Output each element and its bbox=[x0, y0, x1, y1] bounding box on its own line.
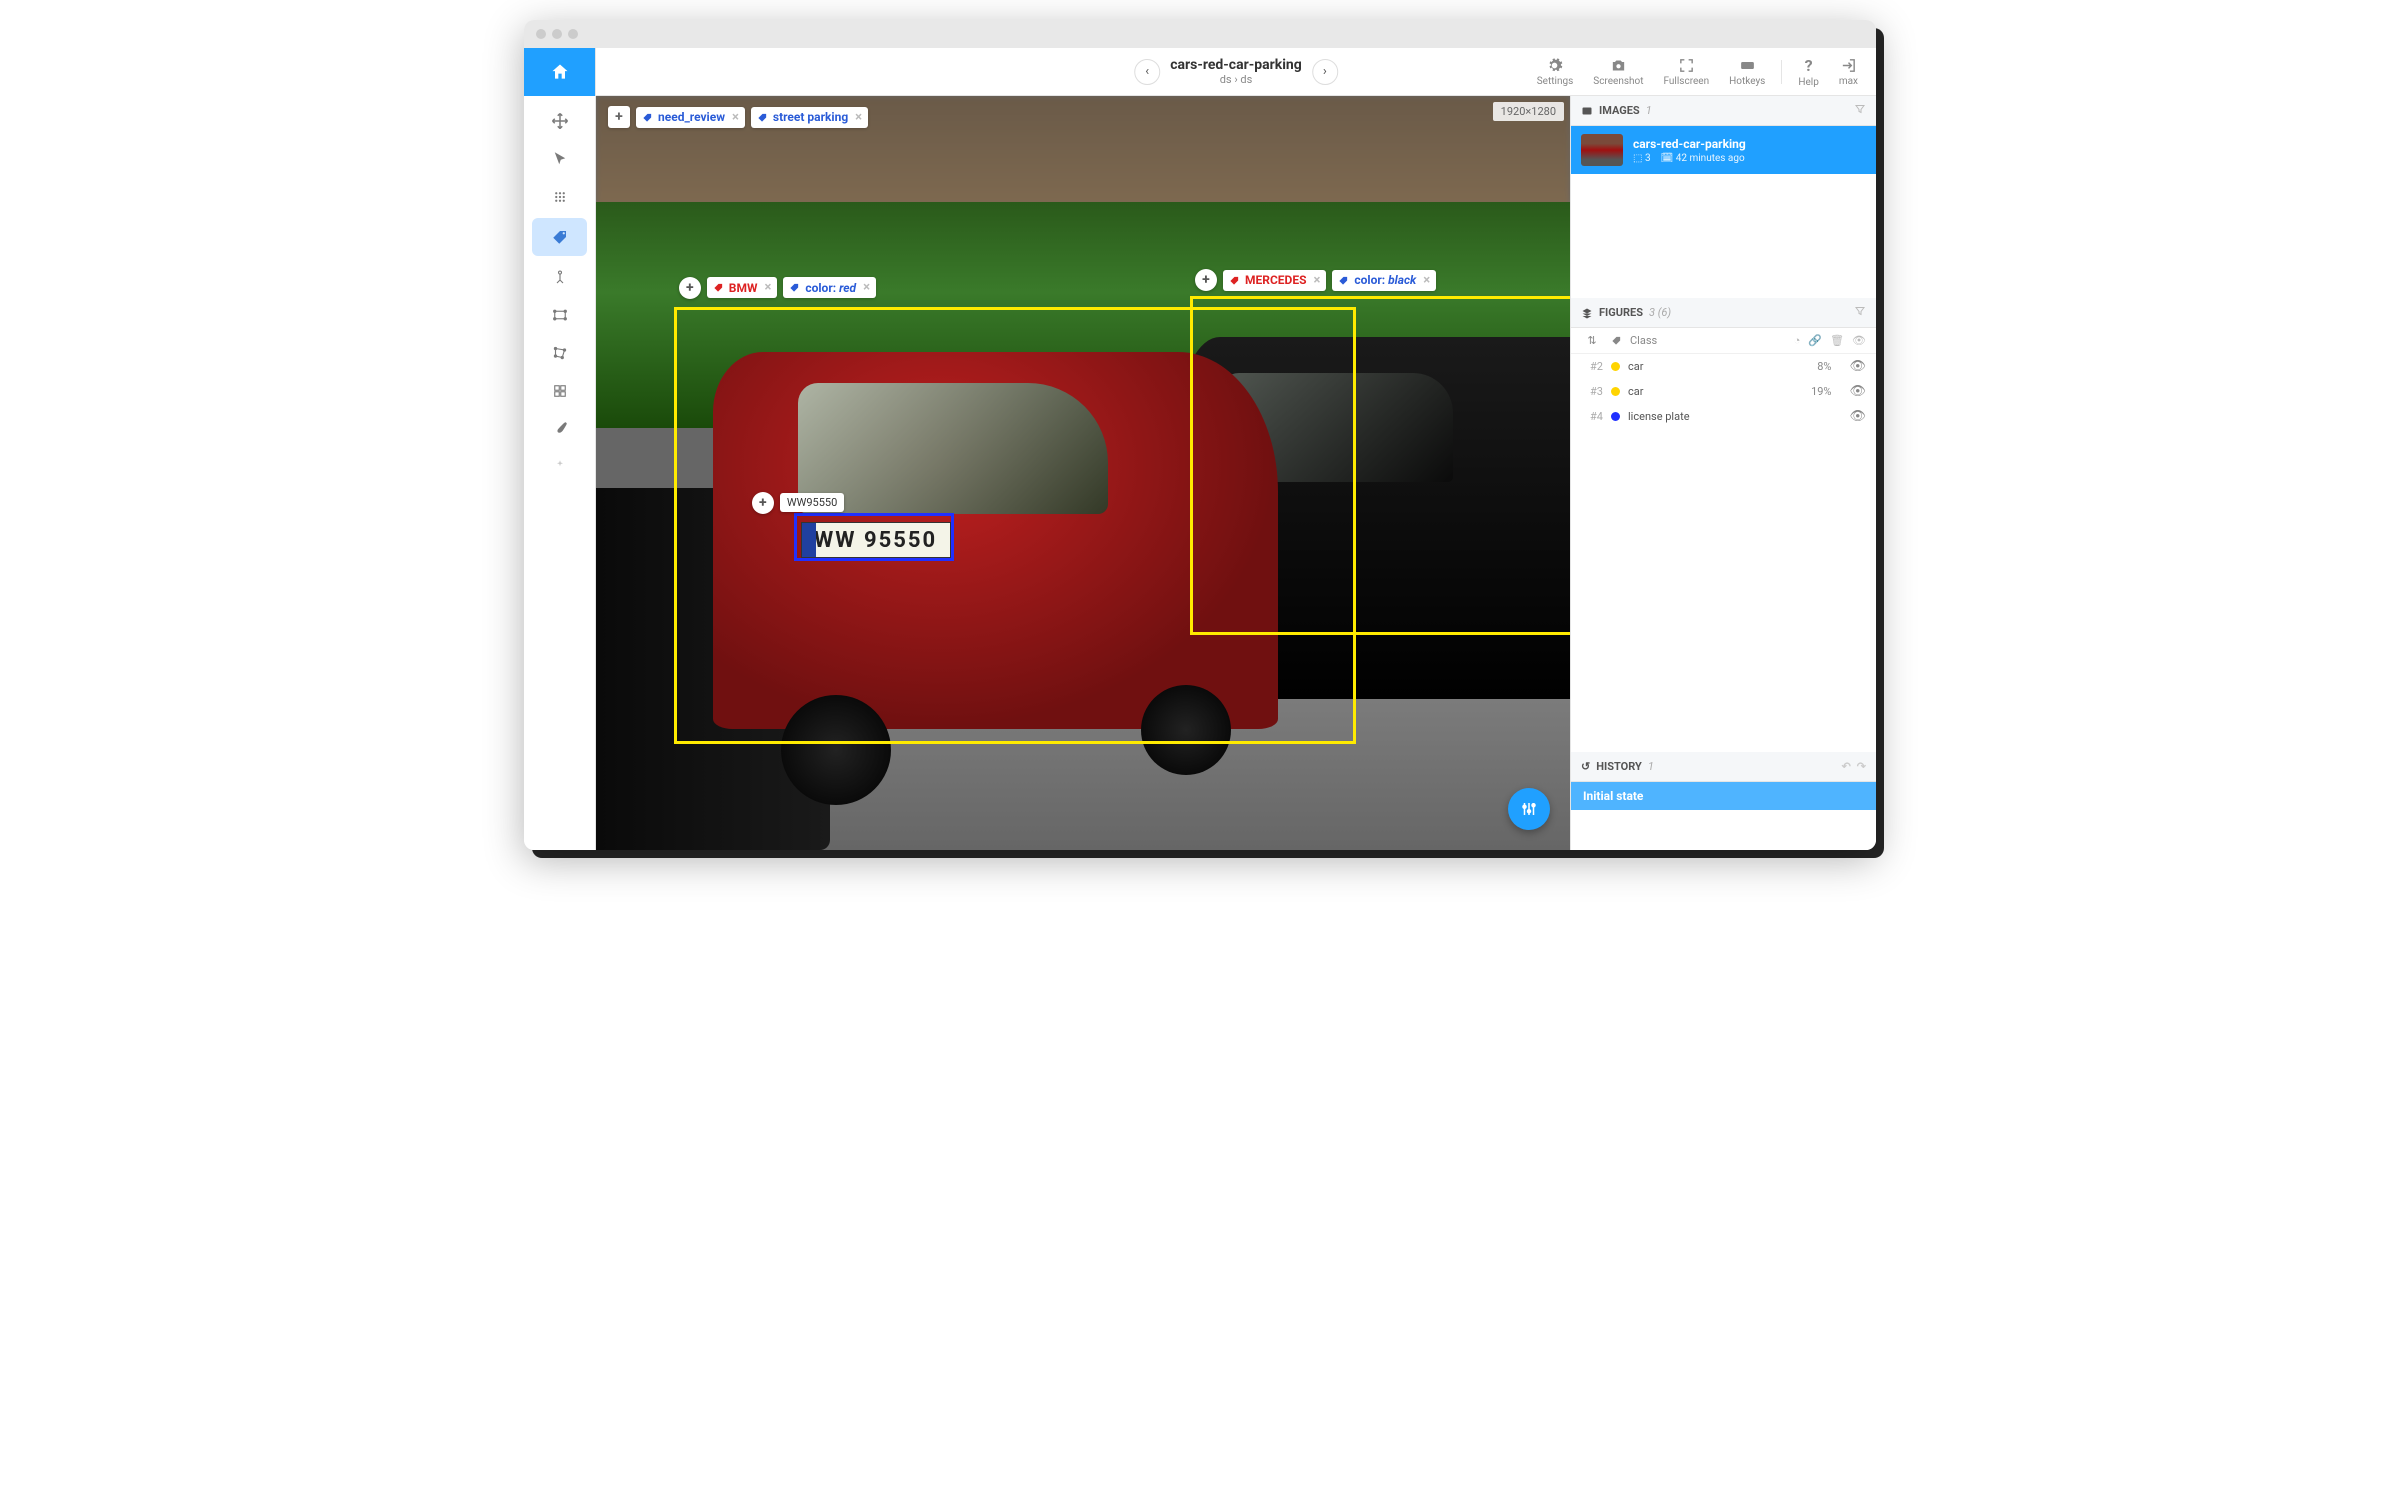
link-icon[interactable]: 🔗 bbox=[1808, 334, 1822, 347]
image-tags-row: + need_review × street parking × bbox=[608, 106, 868, 128]
topbar: ‹ cars-red-car-parking ds › ds › Setting… bbox=[596, 48, 1876, 96]
filter-images-icon[interactable] bbox=[1854, 103, 1866, 118]
area-icon: ◔ bbox=[1794, 334, 1801, 347]
polygon-tool[interactable] bbox=[524, 334, 595, 372]
fullscreen-button[interactable]: Fullscreen bbox=[1656, 57, 1718, 87]
remove-tag-icon[interactable]: × bbox=[732, 110, 739, 125]
prev-image-button[interactable]: ‹ bbox=[1134, 59, 1160, 85]
figures-panel-header[interactable]: FIGURES 3 (6) bbox=[1571, 298, 1876, 328]
eye-icon[interactable]: 👁 bbox=[1849, 359, 1866, 374]
images-panel-header[interactable]: IMAGES 1 bbox=[1571, 96, 1876, 126]
filter-figures-icon[interactable] bbox=[1854, 305, 1866, 320]
add-object-tag-button[interactable]: + bbox=[1195, 269, 1217, 291]
right-panel: IMAGES 1 cars-red-car-parking ⬚ bbox=[1570, 96, 1876, 850]
drag-tool[interactable] bbox=[524, 178, 595, 216]
figure-row[interactable]: #3 car 19% 👁 bbox=[1571, 379, 1876, 404]
bitmap-tool[interactable] bbox=[524, 372, 595, 410]
move-tool[interactable] bbox=[524, 102, 595, 140]
remove-tag-icon[interactable]: × bbox=[855, 110, 862, 125]
eye-icon[interactable]: 👁 bbox=[1849, 384, 1866, 399]
home-button[interactable] bbox=[524, 48, 595, 96]
object-attr-tag[interactable]: color: red × bbox=[783, 277, 876, 298]
bbox-mercedes[interactable] bbox=[1190, 296, 1570, 635]
object-class-tag[interactable]: MERCEDES × bbox=[1223, 270, 1326, 291]
logout-button[interactable]: max bbox=[1831, 57, 1866, 87]
tag-tool[interactable] bbox=[532, 218, 587, 256]
image-tag[interactable]: street parking × bbox=[751, 107, 868, 128]
redo-button[interactable]: ↷ bbox=[1857, 760, 1866, 773]
image-item-name: cars-red-car-parking bbox=[1633, 137, 1746, 151]
traffic-light-min[interactable] bbox=[552, 29, 562, 39]
bbox-license-plate[interactable] bbox=[794, 513, 954, 561]
add-object-tag-button[interactable]: + bbox=[752, 492, 774, 514]
tool-rail bbox=[524, 48, 596, 850]
hotkeys-button[interactable]: Hotkeys bbox=[1721, 57, 1773, 87]
image-title: cars-red-car-parking bbox=[1170, 57, 1302, 73]
traffic-light-close[interactable] bbox=[536, 29, 546, 39]
rectangle-tool[interactable] bbox=[524, 296, 595, 334]
image-tag[interactable]: need_review × bbox=[636, 107, 745, 128]
layers-icon bbox=[1581, 307, 1593, 319]
bbox-bmw-labels: + BMW × color: red × bbox=[679, 277, 876, 299]
object-class-tag[interactable]: BMW × bbox=[707, 277, 778, 298]
delete-icon[interactable]: 🗑 bbox=[1830, 334, 1844, 347]
images-icon bbox=[1581, 105, 1593, 117]
image-list-item[interactable]: cars-red-car-parking ⬚ 3 🗓 42 minutes ag… bbox=[1571, 126, 1876, 174]
settings-button[interactable]: Settings bbox=[1529, 57, 1582, 87]
figure-row[interactable]: #4 license plate 👁 bbox=[1571, 404, 1876, 429]
image-dimensions: 1920×1280 bbox=[1493, 102, 1564, 121]
view-settings-fab[interactable] bbox=[1508, 788, 1550, 830]
remove-tag-icon[interactable]: × bbox=[764, 280, 771, 295]
undo-button[interactable]: ↶ bbox=[1842, 760, 1851, 773]
history-panel-header[interactable]: ↺ HISTORY 1 ↶ ↷ bbox=[1571, 752, 1876, 782]
add-object-tag-button[interactable]: + bbox=[679, 277, 701, 299]
brush-tool[interactable] bbox=[524, 410, 595, 448]
remove-tag-icon[interactable]: × bbox=[1313, 273, 1320, 288]
window-titlebar bbox=[524, 20, 1876, 48]
traffic-light-max[interactable] bbox=[568, 29, 578, 39]
eye-icon[interactable]: 👁 bbox=[1849, 409, 1866, 424]
history-icon: ↺ bbox=[1581, 760, 1590, 773]
figures-header-row: ⇅ Class ◔ 🔗 🗑 👁 bbox=[1571, 328, 1876, 354]
history-item[interactable]: Initial state bbox=[1571, 782, 1876, 810]
image-thumbnail bbox=[1581, 134, 1623, 166]
pointer-tool[interactable] bbox=[524, 140, 595, 178]
annotation-canvas[interactable]: WW 95550 1920×1280 + need_review × stree… bbox=[596, 96, 1570, 850]
breadcrumb: ds › ds bbox=[1170, 73, 1302, 86]
time-icon: 🗓 42 minutes ago bbox=[1661, 153, 1745, 164]
point-tool[interactable] bbox=[524, 258, 595, 296]
plate-text-label[interactable]: WW95550 bbox=[780, 493, 844, 512]
layers-icon: ⬚ 3 bbox=[1633, 153, 1651, 164]
screenshot-button[interactable]: Screenshot bbox=[1585, 57, 1651, 87]
bbox-plate-labels: + WW95550 bbox=[752, 492, 844, 514]
object-attr-tag[interactable]: color: black × bbox=[1332, 270, 1436, 291]
remove-tag-icon[interactable]: × bbox=[1423, 273, 1430, 288]
remove-tag-icon[interactable]: × bbox=[863, 280, 870, 295]
add-image-tag-button[interactable]: + bbox=[608, 106, 630, 128]
next-image-button[interactable]: › bbox=[1312, 59, 1338, 85]
help-button[interactable]: ? Help bbox=[1790, 56, 1826, 88]
figure-row[interactable]: #2 car 8% 👁 bbox=[1571, 354, 1876, 379]
bbox-mercedes-labels: + MERCEDES × color: black × bbox=[1195, 269, 1436, 291]
smart-tool[interactable] bbox=[524, 448, 595, 486]
visibility-icon[interactable]: 👁 bbox=[1852, 334, 1866, 347]
